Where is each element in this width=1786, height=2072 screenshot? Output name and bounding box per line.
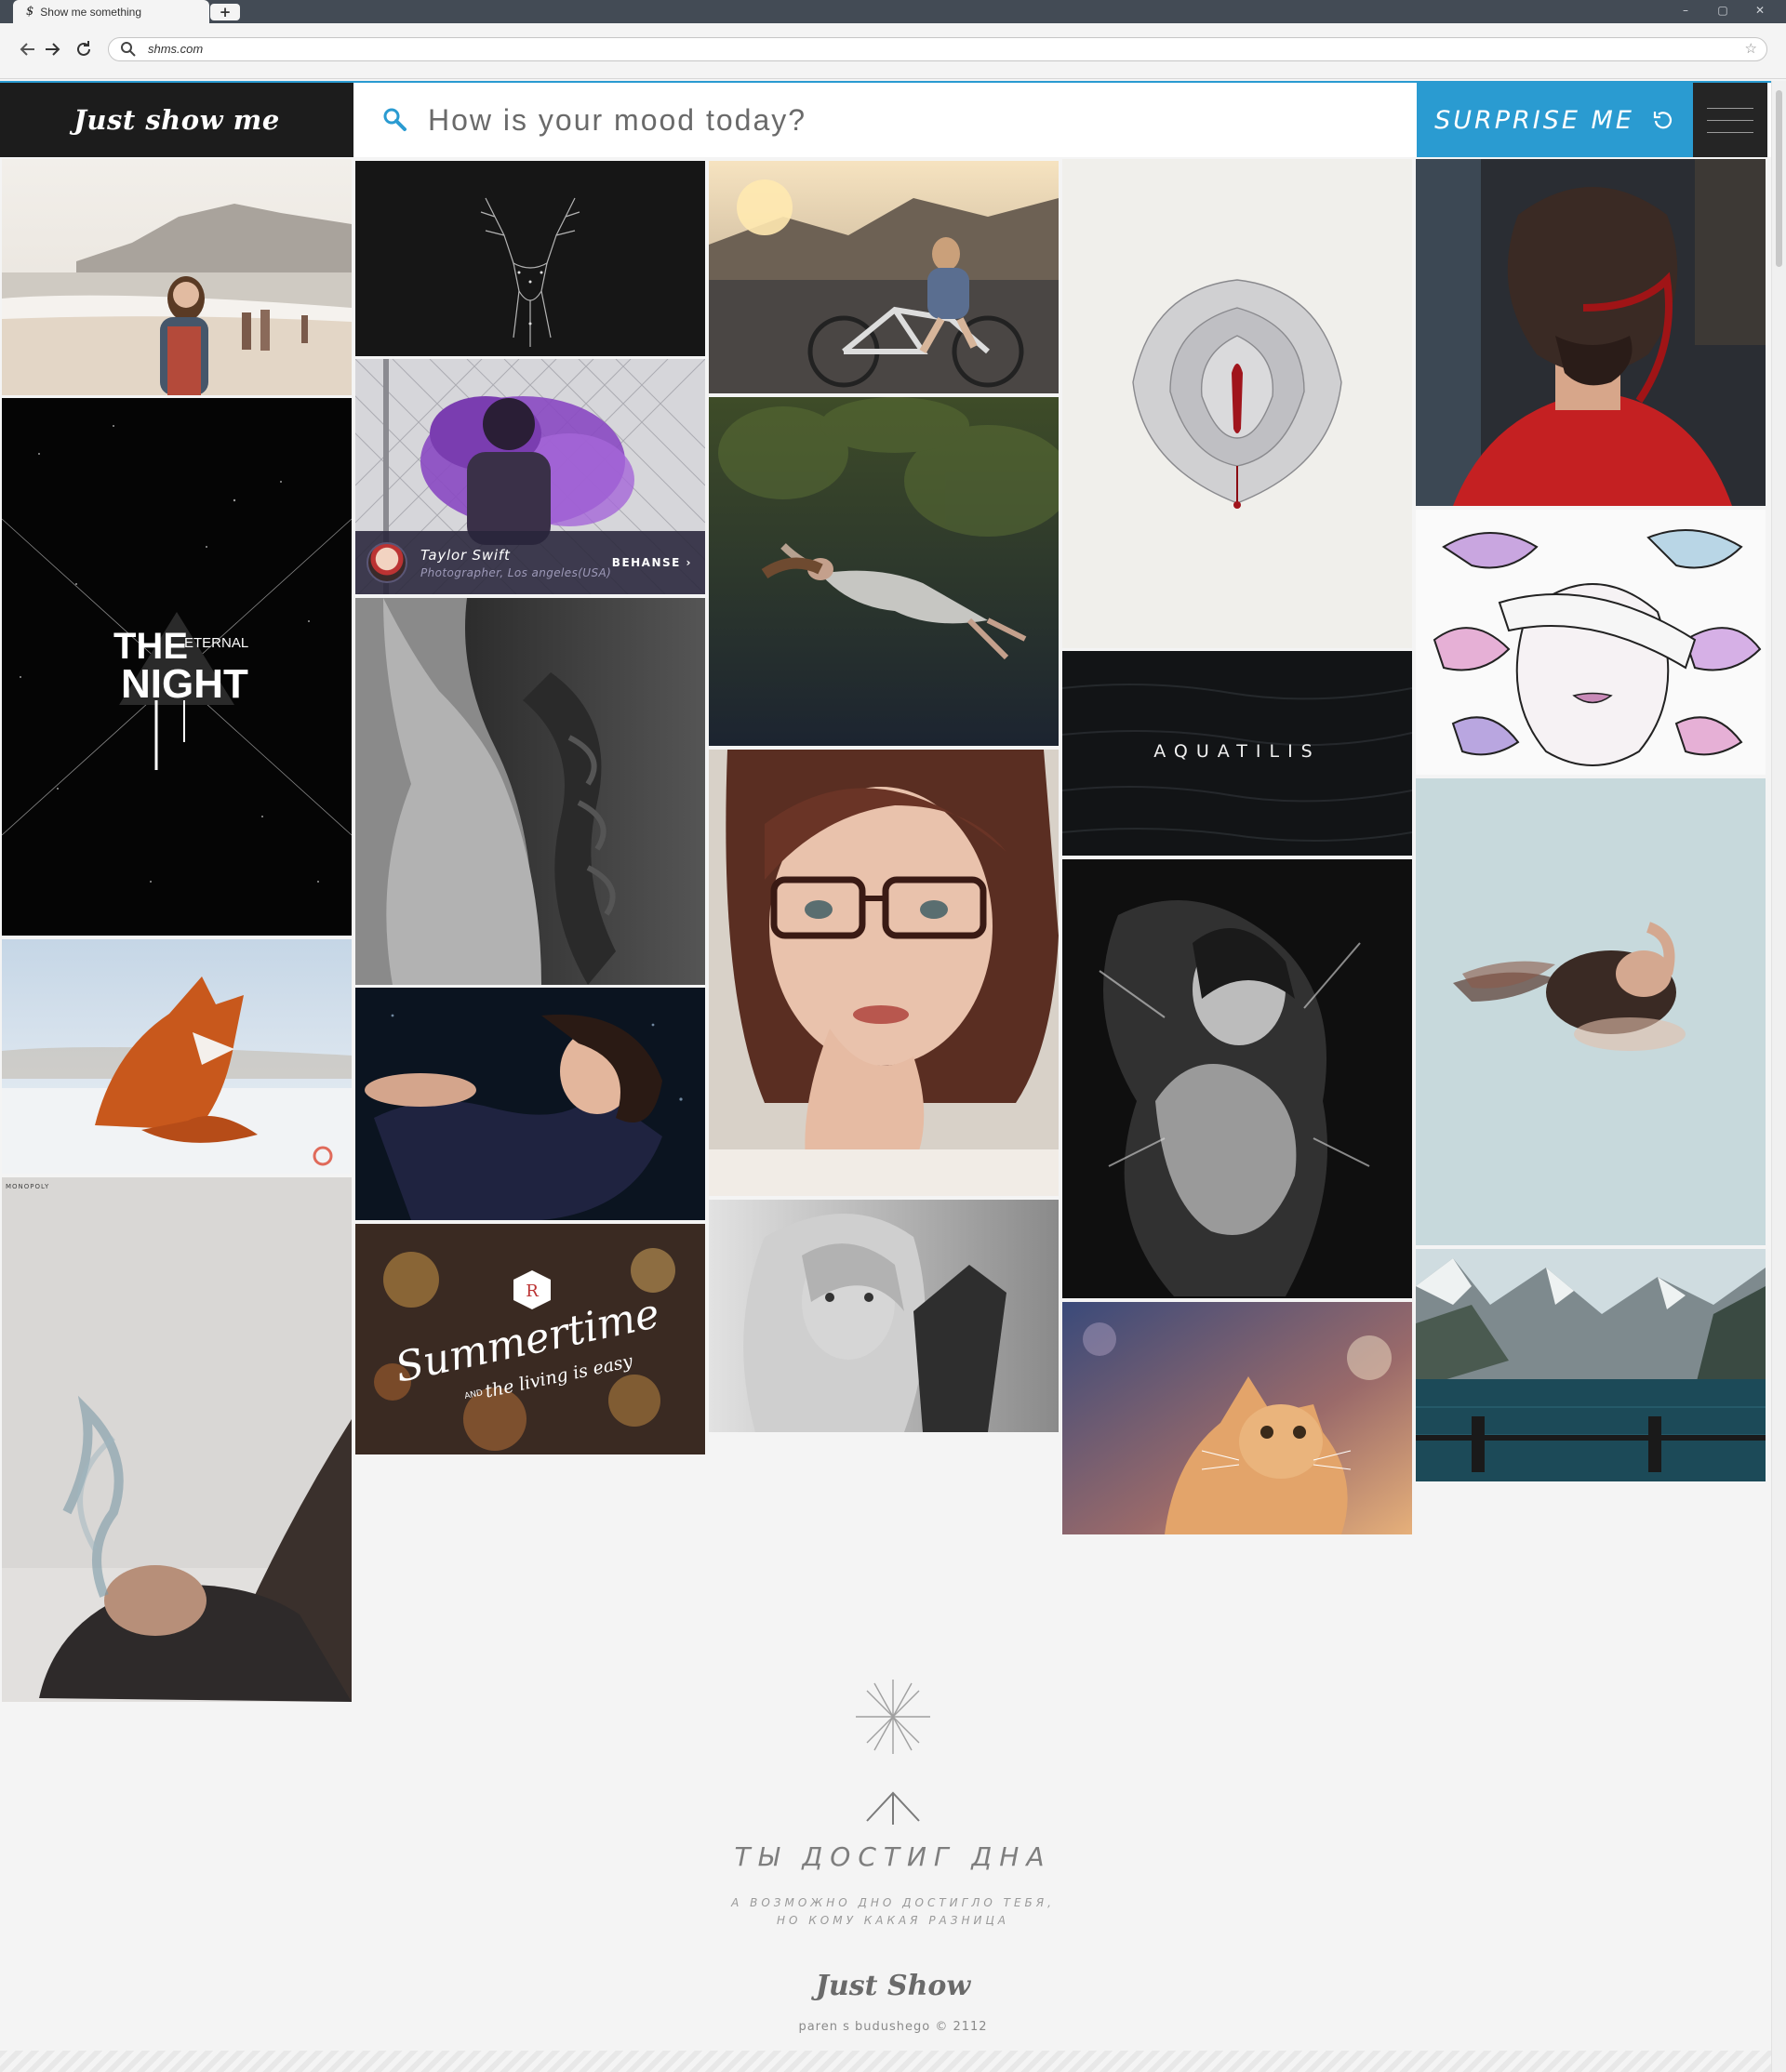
tab-favicon-icon: $	[26, 5, 34, 19]
page-footer: ТЫ ДОСТИГ ДНА А ВОЗМОЖНО ДНО ДОСТИГЛО ТЕ…	[0, 1665, 1771, 2046]
image-mountain-lake[interactable]	[1416, 1249, 1766, 1481]
scroll-thumb[interactable]	[1776, 90, 1782, 267]
arrow-left-icon[interactable]	[17, 38, 39, 60]
site-header: Just show me something SURPRISE ME	[0, 81, 1786, 210]
refresh-icon	[1653, 112, 1672, 129]
minimize-button[interactable]: –	[1667, 0, 1704, 23]
browser-toolbar: shms.com ☆	[0, 23, 1786, 79]
image-deer-constellation[interactable]	[355, 161, 705, 356]
image-girl-galaxy[interactable]	[355, 988, 705, 1220]
image-purple-smoke[interactable]: Taylor Swift Photographer, Los angeles(U…	[355, 359, 705, 594]
behance-link[interactable]: BEHANSE ›	[612, 556, 692, 569]
maximize-button[interactable]: ▢	[1704, 0, 1741, 23]
aquatilis-title: AQUATILIS	[1153, 741, 1321, 762]
footer-subtitle-line1: А ВОЗМОЖНО ДНО ДОСТИГЛО ТЕБЯ,	[731, 1896, 1055, 1909]
sparkle-icon	[856, 1680, 930, 1754]
image-smoke-portrait[interactable]: MONOPOLY	[2, 1177, 352, 1702]
image-braided-hair-bw[interactable]	[355, 598, 705, 985]
image-rose-illustration[interactable]	[1062, 159, 1412, 648]
image-floral-face-illustration[interactable]	[1416, 510, 1766, 775]
browser-tab[interactable]: $ Show me something	[13, 0, 209, 23]
poster-word-night: NIGHT	[121, 661, 248, 707]
address-bar[interactable]: shms.com ☆	[108, 37, 1767, 61]
behance-label: BEHANSE	[611, 556, 681, 569]
bottom-stripe	[0, 2051, 1771, 2072]
image-smoke-woman-art[interactable]	[1062, 859, 1412, 1298]
mood-search-input[interactable]	[428, 96, 1395, 144]
image-summertime[interactable]: R Summertime AND the living is easy	[355, 1224, 705, 1454]
new-tab-button[interactable]: +	[210, 4, 240, 20]
page-scrollbar[interactable]	[1771, 81, 1786, 2072]
star-icon[interactable]: ☆	[1745, 40, 1757, 57]
search-icon	[383, 108, 407, 131]
image-blonde-bw[interactable]	[709, 1200, 1059, 1432]
tab-title: Show me something	[40, 5, 142, 19]
image-eternal-night-poster[interactable]: THE ETERNAL NIGHT	[2, 398, 352, 936]
avatar[interactable]	[367, 542, 407, 583]
hamburger-icon[interactable]	[1693, 83, 1767, 157]
image-fox-snow[interactable]	[2, 939, 352, 1174]
image-kitten[interactable]	[1062, 1302, 1412, 1534]
image-beach-girl[interactable]	[2, 159, 352, 395]
monopoly-tag: MONOPOLY	[6, 1183, 49, 1190]
search-icon	[121, 42, 136, 57]
chevron-right-icon: ›	[686, 556, 692, 569]
browser-tabstrip: $ Show me something + – ▢ ✕	[0, 0, 1786, 23]
image-red-ribbon-hair[interactable]	[1416, 159, 1766, 506]
image-woman-floating-water[interactable]	[1416, 778, 1766, 1245]
photographer-name[interactable]: Taylor Swift	[420, 547, 612, 564]
surprise-label: SURPRISE ME	[1434, 105, 1634, 135]
url-text: shms.com	[148, 42, 204, 56]
footer-copyright: paren s budushego © 2112	[798, 2020, 988, 2034]
footer-subtitle-line2: НО КОМУ КАКАЯ РАЗНИЦА	[776, 1914, 1009, 1927]
image-aquatilis[interactable]: AQUATILIS	[1062, 651, 1412, 856]
photographer-role: Photographer, Los angeles(USA)	[420, 565, 612, 579]
image-girl-glasses[interactable]	[709, 750, 1059, 1196]
poster-word-eternal: ETERNAL	[184, 635, 248, 651]
window-controls: – ▢ ✕	[1667, 0, 1779, 23]
reload-icon[interactable]	[73, 38, 95, 60]
footer-logo[interactable]: Just Show	[0, 1970, 1786, 2002]
footer-title: ТЫ ДОСТИГ ДНА	[734, 1841, 1052, 1872]
summertime-badge: R	[526, 1282, 539, 1301]
arrow-right-icon[interactable]	[41, 38, 63, 60]
surprise-me-button[interactable]: SURPRISE ME	[1417, 83, 1693, 157]
image-girl-bicycle[interactable]	[709, 161, 1059, 393]
image-girl-floating-forest[interactable]	[709, 397, 1059, 746]
site-logo[interactable]: Just show me something	[0, 83, 353, 210]
photographer-overlay: Taylor Swift Photographer, Los angeles(U…	[355, 531, 705, 594]
close-window-button[interactable]: ✕	[1741, 0, 1779, 23]
arrow-up-icon[interactable]	[865, 1787, 921, 1825]
search-bar	[353, 83, 1417, 157]
